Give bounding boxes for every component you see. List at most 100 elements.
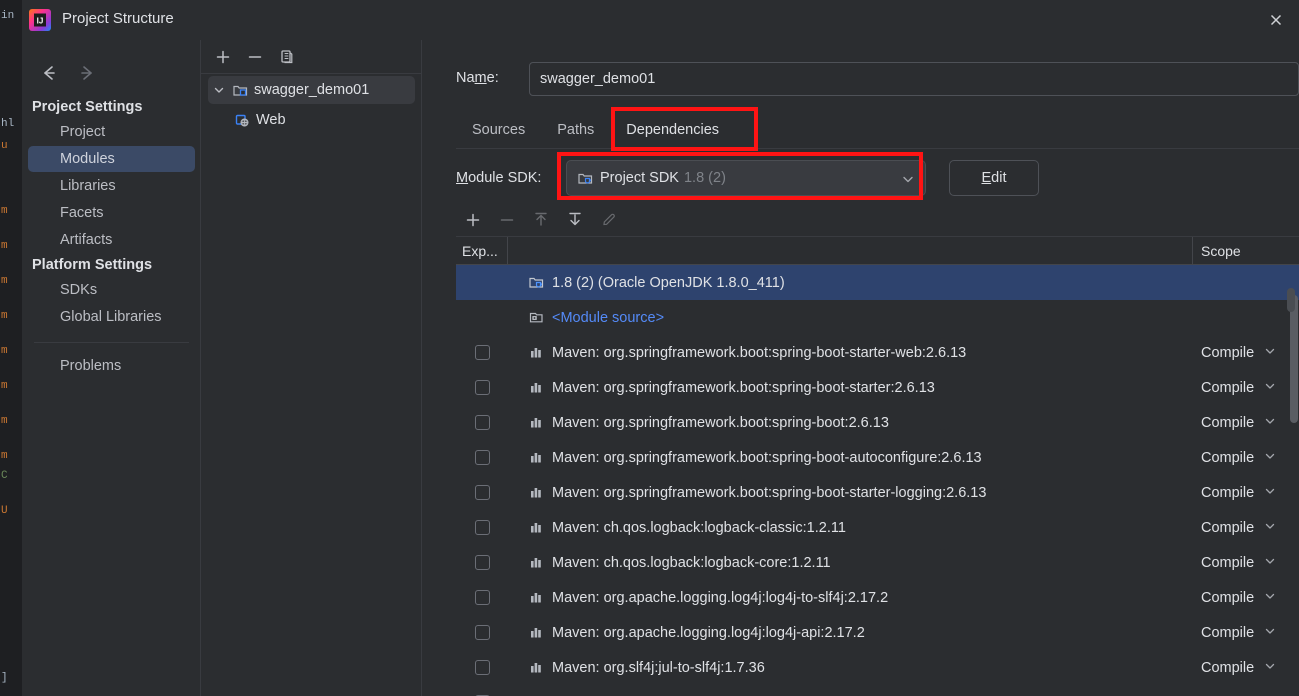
chevron-down-icon[interactable] <box>1264 415 1276 431</box>
scope-cell[interactable]: Compile <box>1193 660 1299 676</box>
export-checkbox[interactable] <box>474 485 490 500</box>
maven-icon <box>528 344 550 361</box>
export-cell[interactable] <box>456 380 508 395</box>
remove-module-button[interactable] <box>239 42 271 72</box>
export-checkbox[interactable] <box>474 625 490 640</box>
scope-value: Compile <box>1201 519 1255 536</box>
scope-cell[interactable]: Compile <box>1193 520 1299 536</box>
module-sdk-row: Module SDK: Project SDK 1.8 (2) Edit <box>456 160 1299 198</box>
chevron-down-icon[interactable] <box>1264 555 1276 571</box>
chevron-down-icon[interactable] <box>1264 660 1276 676</box>
table-row[interactable]: Maven: org.springframework.boot:spring-b… <box>456 370 1299 405</box>
tab-dependencies[interactable]: Dependencies <box>610 116 735 148</box>
export-checkbox[interactable] <box>474 450 490 465</box>
table-row[interactable]: Maven: ch.qos.logback:logback-core:1.2.1… <box>456 545 1299 580</box>
dependency-label: Maven: ch.qos.logback:logback-core:1.2.1… <box>552 554 831 571</box>
chevron-down-icon[interactable] <box>1264 625 1276 641</box>
table-row[interactable]: Maven: org.apache.logging.log4j:log4j-ap… <box>456 615 1299 650</box>
export-checkbox[interactable] <box>474 345 490 360</box>
table-row[interactable]: <Module source> <box>456 300 1299 335</box>
scope-cell[interactable]: Compile <box>1193 555 1299 571</box>
tree-node-web[interactable]: Web <box>208 106 415 134</box>
screen: in hl u m m m m m m m m C U ] IJ Project… <box>0 0 1299 696</box>
table-row[interactable]: Maven: org.springframework.boot:spring-b… <box>456 335 1299 370</box>
table-row[interactable]: 1.8 (2) (Oracle OpenJDK 1.8.0_411) <box>456 265 1299 300</box>
table-scrollbar-track[interactable] <box>1289 265 1299 696</box>
table-row[interactable] <box>456 685 1299 696</box>
scope-cell[interactable]: Compile <box>1193 345 1299 361</box>
table-row[interactable]: Maven: org.springframework.boot:spring-b… <box>456 405 1299 440</box>
scope-value: Compile <box>1201 414 1255 431</box>
tree-node-label: swagger_demo01 <box>254 82 370 98</box>
scope-cell[interactable]: Compile <box>1193 450 1299 466</box>
sidebar-item-facets[interactable]: Facets <box>28 200 195 226</box>
tab-sources[interactable]: Sources <box>456 116 541 148</box>
close-icon[interactable] <box>1253 0 1299 40</box>
column-header-name[interactable] <box>508 237 1193 264</box>
sidebar-item-libraries[interactable]: Libraries <box>28 173 195 199</box>
edit-dependency-button[interactable] <box>592 205 626 235</box>
export-cell[interactable] <box>456 485 508 500</box>
table-row[interactable]: Maven: org.slf4j:jul-to-slf4j:1.7.36 Com… <box>456 650 1299 685</box>
export-cell[interactable] <box>456 345 508 360</box>
export-checkbox[interactable] <box>474 590 490 605</box>
export-checkbox[interactable] <box>474 555 490 570</box>
move-down-button[interactable] <box>558 205 592 235</box>
sidebar-item-project[interactable]: Project <box>28 119 195 145</box>
table-body: 1.8 (2) (Oracle OpenJDK 1.8.0_411) <Modu… <box>456 265 1299 696</box>
scope-cell[interactable]: Compile <box>1193 415 1299 431</box>
module-name-input[interactable] <box>529 62 1299 96</box>
export-cell[interactable] <box>456 520 508 535</box>
table-row[interactable]: Maven: org.apache.logging.log4j:log4j-to… <box>456 580 1299 615</box>
chevron-down-icon[interactable] <box>208 84 230 96</box>
scope-cell[interactable]: Compile <box>1193 625 1299 641</box>
add-dependency-button[interactable] <box>456 205 490 235</box>
web-facet-icon <box>232 112 252 129</box>
arrow-right-icon[interactable] <box>70 56 104 90</box>
dependency-label: Maven: org.springframework.boot:spring-b… <box>552 449 982 466</box>
column-header-scope[interactable]: Scope <box>1193 237 1299 264</box>
arrow-left-icon[interactable] <box>32 56 66 90</box>
export-cell[interactable] <box>456 660 508 675</box>
export-checkbox[interactable] <box>474 660 490 675</box>
export-cell[interactable] <box>456 450 508 465</box>
sidebar-item-global-libraries[interactable]: Global Libraries <box>28 304 195 330</box>
chevron-down-icon[interactable] <box>1264 345 1276 361</box>
sidebar-item-modules[interactable]: Modules <box>28 146 195 172</box>
export-cell[interactable] <box>456 415 508 430</box>
export-cell[interactable] <box>456 590 508 605</box>
sidebar-item-problems[interactable]: Problems <box>28 353 195 379</box>
scope-cell[interactable]: Compile <box>1193 380 1299 396</box>
chevron-down-icon[interactable] <box>1264 590 1276 606</box>
export-checkbox[interactable] <box>474 380 490 395</box>
move-up-button[interactable] <box>524 205 558 235</box>
chevron-down-icon[interactable] <box>1264 485 1276 501</box>
chevron-down-icon[interactable] <box>901 172 915 191</box>
chevron-down-icon[interactable] <box>1264 380 1276 396</box>
sidebar-item-artifacts[interactable]: Artifacts <box>28 227 195 253</box>
export-checkbox[interactable] <box>474 415 490 430</box>
remove-dependency-button[interactable] <box>490 205 524 235</box>
table-row[interactable]: Maven: org.springframework.boot:spring-b… <box>456 440 1299 475</box>
chevron-down-icon[interactable] <box>1264 450 1276 466</box>
export-checkbox[interactable] <box>474 520 490 535</box>
module-tree-panel: swagger_demo01 Web <box>201 40 422 696</box>
edit-sdk-button[interactable]: Edit <box>949 160 1039 196</box>
export-cell[interactable] <box>456 555 508 570</box>
dialog-scrollbar-thumb[interactable] <box>1287 288 1295 312</box>
chevron-down-icon[interactable] <box>1264 520 1276 536</box>
tab-paths[interactable]: Paths <box>541 116 610 148</box>
module-sdk-combo[interactable]: Project SDK 1.8 (2) <box>566 160 926 196</box>
column-header-export[interactable]: Exp... <box>456 237 508 264</box>
dependency-name-cell: Maven: org.springframework.boot:spring-b… <box>508 344 1193 361</box>
table-row[interactable]: Maven: ch.qos.logback:logback-classic:1.… <box>456 510 1299 545</box>
tree-node-swagger-demo01[interactable]: swagger_demo01 <box>208 76 415 104</box>
scope-cell[interactable]: Compile <box>1193 590 1299 606</box>
table-scrollbar-thumb[interactable] <box>1290 295 1298 423</box>
export-cell[interactable] <box>456 625 508 640</box>
copy-module-button[interactable] <box>271 42 303 72</box>
table-row[interactable]: Maven: org.springframework.boot:spring-b… <box>456 475 1299 510</box>
add-module-button[interactable] <box>207 42 239 72</box>
sidebar-item-sdks[interactable]: SDKs <box>28 277 195 303</box>
scope-cell[interactable]: Compile <box>1193 485 1299 501</box>
